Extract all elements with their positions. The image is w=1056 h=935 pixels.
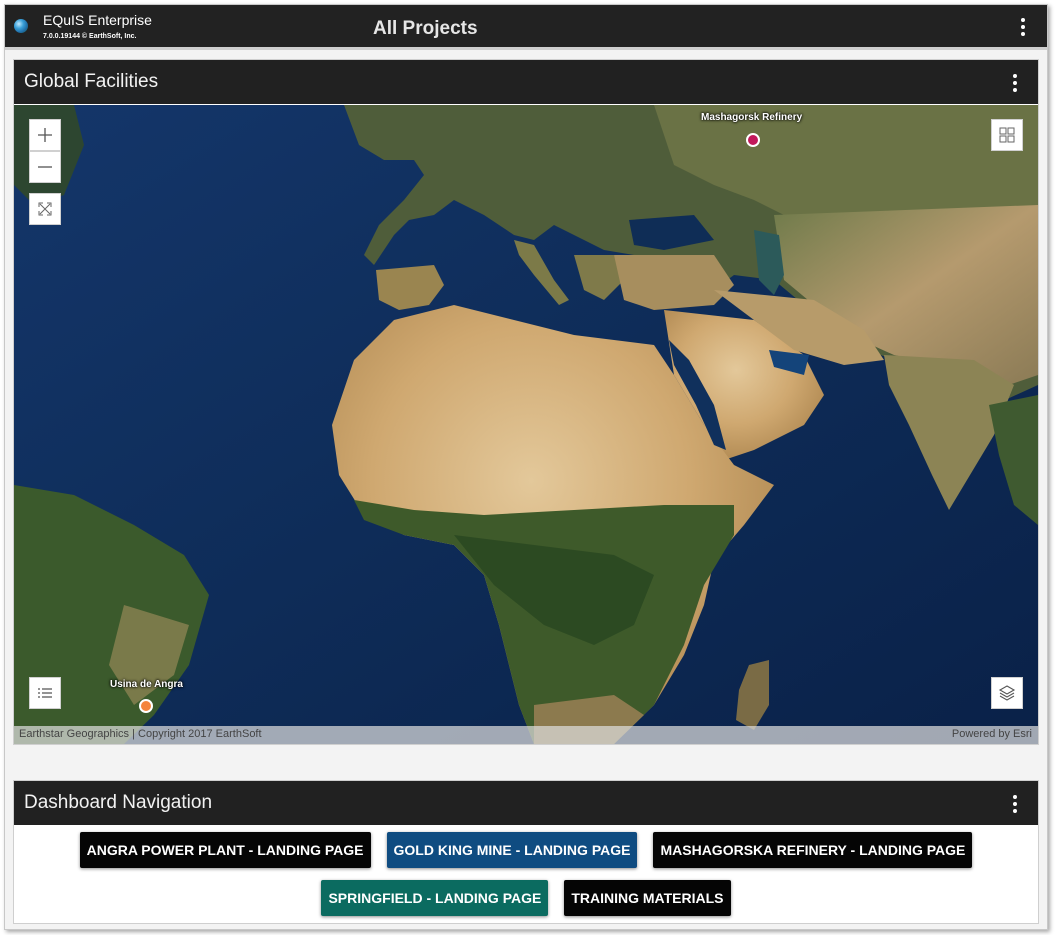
overview-map-icon bbox=[999, 127, 1015, 143]
expand-icon bbox=[38, 202, 52, 216]
map-attribution: Earthstar Geographics | Copyright 2017 E… bbox=[14, 726, 1038, 744]
panel-header: Global Facilities bbox=[14, 60, 1038, 104]
panel-header: Dashboard Navigation bbox=[14, 781, 1038, 825]
powered-by-link[interactable]: Powered by Esri bbox=[952, 728, 1032, 740]
panel-title: Dashboard Navigation bbox=[24, 792, 213, 813]
attribution-text: Earthstar Geographics | Copyright 2017 E… bbox=[19, 728, 262, 740]
facility-label: Mashagorsk Refinery bbox=[701, 112, 803, 123]
panel-title: Global Facilities bbox=[24, 71, 159, 92]
overview-map-button[interactable] bbox=[991, 119, 1023, 151]
legend-button[interactable] bbox=[29, 677, 61, 709]
gold-king-landing-button[interactable]: GOLD KING MINE - LANDING PAGE bbox=[386, 832, 638, 868]
angra-landing-button[interactable]: ANGRA POWER PLANT - LANDING PAGE bbox=[79, 832, 371, 868]
facility-marker-angra[interactable] bbox=[139, 699, 153, 713]
list-icon bbox=[38, 688, 52, 698]
facility-label: Usina de Angra bbox=[110, 679, 183, 690]
plus-icon bbox=[38, 128, 52, 142]
nav-button-row: SPRINGFIELD - LANDING PAGE TRAINING MATE… bbox=[14, 880, 1038, 916]
satellite-basemap bbox=[14, 105, 1038, 744]
more-vert-icon[interactable] bbox=[1021, 18, 1025, 36]
facilities-map[interactable]: Mashagorsk Refinery Usina de Angra Earth… bbox=[14, 105, 1038, 744]
zoom-in-button[interactable] bbox=[29, 119, 61, 151]
minus-icon bbox=[38, 166, 52, 168]
app-window: EQuIS Enterprise 7.0.0.19144 © EarthSoft… bbox=[4, 4, 1048, 930]
layers-button[interactable] bbox=[991, 677, 1023, 709]
training-materials-button[interactable]: TRAINING MATERIALS bbox=[564, 880, 731, 916]
dashboard-navigation-panel: Dashboard Navigation ANGRA POWER PLANT -… bbox=[13, 780, 1039, 924]
layers-icon bbox=[998, 685, 1016, 701]
page-title: All Projects bbox=[373, 18, 478, 39]
app-header: EQuIS Enterprise 7.0.0.19144 © EarthSoft… bbox=[5, 5, 1047, 50]
more-vert-icon[interactable] bbox=[1013, 74, 1017, 92]
zoom-out-button[interactable] bbox=[29, 151, 61, 183]
fullscreen-button[interactable] bbox=[29, 193, 61, 225]
app-name: EQuIS Enterprise bbox=[43, 12, 152, 28]
springfield-landing-button[interactable]: SPRINGFIELD - LANDING PAGE bbox=[321, 880, 549, 916]
mashagorska-landing-button[interactable]: MASHAGORSKA REFINERY - LANDING PAGE bbox=[653, 832, 973, 868]
nav-button-row: ANGRA POWER PLANT - LANDING PAGE GOLD KI… bbox=[14, 832, 1038, 868]
facility-marker-mashagorsk[interactable] bbox=[746, 133, 760, 147]
globe-icon bbox=[14, 19, 28, 33]
global-facilities-panel: Global Facilities Mashagorsk Refinery Us… bbox=[13, 59, 1039, 745]
app-version: 7.0.0.19144 © EarthSoft, Inc. bbox=[43, 33, 137, 40]
more-vert-icon[interactable] bbox=[1013, 795, 1017, 813]
